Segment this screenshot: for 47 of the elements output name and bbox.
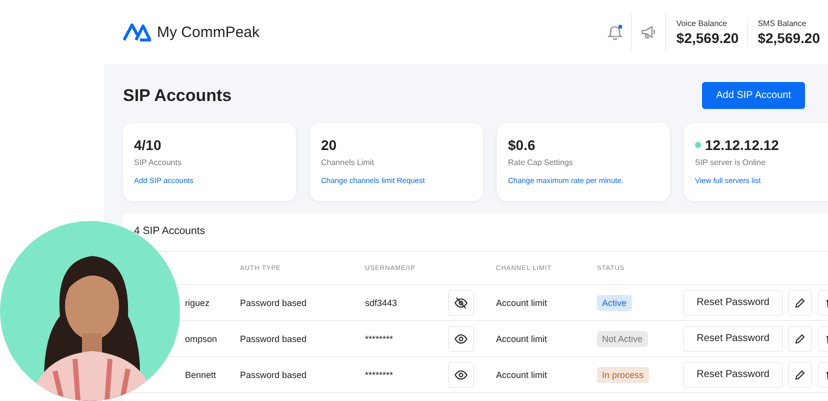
stat-label: SIP server is Online [695,158,767,167]
stat-value: 20 [321,137,337,153]
table-cell-text: ******** [365,334,394,344]
visibility-toggle[interactable] [448,362,474,388]
reset-password-button[interactable]: Reset Password [683,326,783,352]
table-cell-text: ******** [365,370,394,380]
megaphone-icon [640,23,658,41]
table-cell-text: riguez [184,298,211,308]
table-cell-text: ompson [184,334,218,344]
status-badge: Active [597,294,632,310]
balance-label: SMS Balance [758,18,808,28]
table-cell-text: sdf3443 [365,298,398,308]
table-cell-text: Password based [240,298,308,308]
eye-icon [454,368,468,382]
stat-value: 12.12.12.12 [705,137,779,153]
add-account-button[interactable]: Add SIP Account [702,82,805,109]
pencil-icon [794,368,806,380]
stat-label: SIP Accounts [134,158,182,167]
edit-button[interactable] [788,362,812,388]
eye-icon [454,332,468,346]
table-cell-text: Account limit [496,298,548,308]
balance-label: Voice Balance [676,18,728,28]
visibility-toggle[interactable] [448,290,474,316]
reset-password-button[interactable]: Reset Password [683,290,783,316]
table-cell-text: Password based [240,334,308,344]
table-cell-text: Password based [240,370,308,380]
app-name: My CommPeak [157,24,260,40]
status-badge: Not Active [597,330,648,346]
eye-slash-icon [454,296,468,310]
edit-button[interactable] [788,290,812,316]
logo-icon [123,22,151,42]
pencil-icon [794,296,806,308]
stat-value: $0.6 [508,137,536,153]
stat-value: 4/10 [134,137,162,153]
balance-amount: $2,569.20 [676,30,739,46]
page-title: SIP Accounts [123,86,232,106]
status-badge: In process [597,366,649,382]
visibility-toggle[interactable] [448,326,474,352]
reset-password-button[interactable]: Reset Password [683,362,783,388]
balance-amount: $2,569.20 [758,30,820,46]
table-cell-text: Bennett [184,370,218,380]
table-cell-text: Account limit [496,334,548,344]
pencil-icon [794,332,806,344]
stat-label: Channels Limit [321,158,375,167]
edit-button[interactable] [788,326,812,352]
table-cell-text: Account limit [496,370,548,380]
stat-label: Rate Cap Settings [508,158,574,167]
